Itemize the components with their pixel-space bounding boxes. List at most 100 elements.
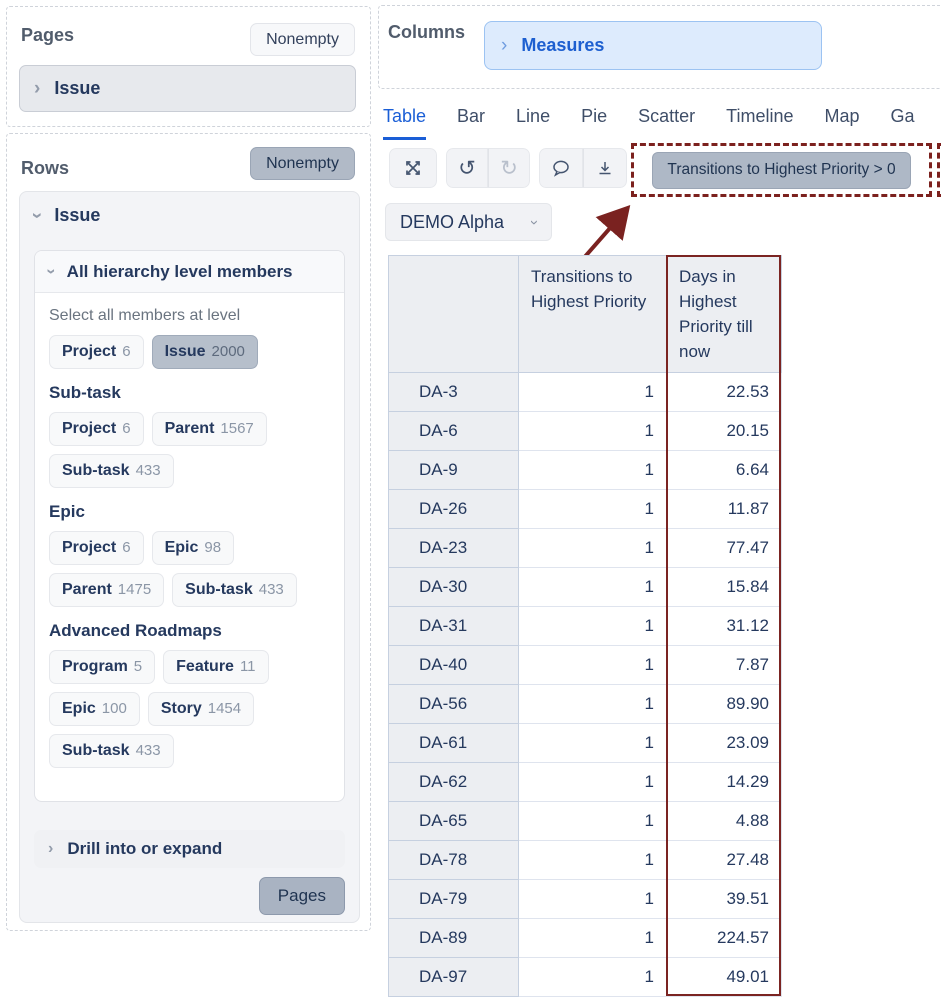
table-header-row: Transitions to Highest Priority Days in H… bbox=[388, 255, 782, 373]
expand-button[interactable] bbox=[389, 148, 437, 188]
chart-type-tabs: Table Bar Line Pie Scatter Timeline Map Ga bbox=[383, 106, 941, 140]
level-badge-project[interactable]: Project 6 bbox=[49, 335, 144, 369]
row-label-cell[interactable]: DA-40 bbox=[388, 645, 519, 685]
download-button[interactable] bbox=[583, 148, 627, 188]
value-cell: 1 bbox=[518, 918, 667, 958]
row-label-cell[interactable]: DA-56 bbox=[388, 684, 519, 724]
rows-panel: Rows Nonempty › Issue › All hierarchy le… bbox=[6, 133, 371, 931]
pages-dimension-issue[interactable]: › Issue bbox=[19, 65, 356, 112]
rows-issue-container: › Issue › All hierarchy level members Se… bbox=[19, 191, 360, 923]
row-label-cell[interactable]: DA-6 bbox=[388, 411, 519, 451]
hierarchy-group-heading: Epic bbox=[49, 502, 85, 521]
level-badge-parent[interactable]: Parent 1567 bbox=[151, 412, 267, 446]
value-cell: 7.87 bbox=[666, 645, 782, 685]
level-badge-sub-task[interactable]: Sub-task 433 bbox=[49, 454, 174, 488]
level-badge-parent[interactable]: Parent 1475 bbox=[49, 573, 165, 607]
rows-panel-title: Rows bbox=[21, 158, 70, 178]
filter-annotation-box-clipped bbox=[937, 143, 941, 197]
tab-line[interactable]: Line bbox=[516, 106, 550, 140]
badge-label: Project bbox=[62, 539, 117, 556]
value-cell: 89.90 bbox=[666, 684, 782, 724]
row-label-cell[interactable]: DA-3 bbox=[388, 372, 519, 412]
row-label-cell[interactable]: DA-9 bbox=[388, 450, 519, 490]
table-row: DA-65 1 4.88 bbox=[388, 801, 782, 841]
tab-table[interactable]: Table bbox=[383, 106, 427, 140]
level-badge-story[interactable]: Story 1454 bbox=[147, 692, 255, 726]
tab-pie[interactable]: Pie bbox=[581, 106, 607, 140]
badge-count: 6 bbox=[122, 343, 131, 360]
level-badge-project[interactable]: Project 6 bbox=[49, 531, 144, 565]
chevron-right-icon: › bbox=[34, 78, 41, 99]
badge-label: Project bbox=[62, 343, 117, 360]
table-row: DA-89 1 224.57 bbox=[388, 918, 782, 958]
pages-panel: Pages Nonempty › Issue bbox=[6, 6, 371, 127]
rows-nonempty-button[interactable]: Nonempty bbox=[250, 147, 355, 180]
tab-map[interactable]: Map bbox=[824, 106, 859, 140]
report-scope-dropdown[interactable]: DEMO Alpha › bbox=[385, 203, 552, 241]
hierarchy-members-title: All hierarchy level members bbox=[66, 261, 293, 281]
drill-into-expand[interactable]: › Drill into or expand bbox=[34, 830, 345, 868]
rows-dimension-label: Issue bbox=[54, 204, 101, 225]
undo-icon: ↺ bbox=[458, 156, 476, 180]
expand-icon bbox=[404, 159, 422, 177]
level-badge-program[interactable]: Program 5 bbox=[49, 650, 156, 684]
table-row: DA-31 1 31.12 bbox=[388, 606, 782, 646]
badge-count: 433 bbox=[135, 742, 161, 759]
hierarchy-members-header[interactable]: › All hierarchy level members bbox=[35, 251, 344, 293]
tab-scatter[interactable]: Scatter bbox=[638, 106, 695, 140]
tab-ga[interactable]: Ga bbox=[891, 106, 915, 140]
tab-timeline[interactable]: Timeline bbox=[726, 106, 793, 140]
value-cell: 77.47 bbox=[666, 528, 782, 568]
value-cell: 1 bbox=[518, 606, 667, 646]
result-table: Transitions to Highest Priority Days in H… bbox=[388, 255, 782, 997]
row-label-cell[interactable]: DA-61 bbox=[388, 723, 519, 763]
level-badge-sub-task[interactable]: Sub-task 433 bbox=[172, 573, 297, 607]
columns-panel: Columns › Measures bbox=[378, 5, 941, 89]
badge-count: 5 bbox=[133, 658, 143, 675]
badge-count: 6 bbox=[122, 539, 131, 556]
filter-button[interactable]: Transitions to Highest Priority > 0 bbox=[652, 151, 911, 189]
hierarchy-group-heading: Sub-task bbox=[49, 383, 121, 402]
rows-dimension-issue[interactable]: › Issue bbox=[20, 192, 359, 238]
row-label-cell[interactable]: DA-62 bbox=[388, 762, 519, 802]
filter-annotation-box: Transitions to Highest Priority > 0 bbox=[631, 143, 932, 197]
pages-nonempty-button[interactable]: Nonempty bbox=[250, 23, 355, 56]
select-members-label: Select all members at level bbox=[49, 307, 241, 324]
row-label-cell[interactable]: DA-78 bbox=[388, 840, 519, 880]
level-badge-epic[interactable]: Epic 98 bbox=[151, 531, 235, 565]
row-label-cell[interactable]: DA-89 bbox=[388, 918, 519, 958]
hierarchy-group-heading: Advanced Roadmaps bbox=[49, 621, 222, 640]
row-label-cell[interactable]: DA-65 bbox=[388, 801, 519, 841]
value-cell: 23.09 bbox=[666, 723, 782, 763]
redo-button[interactable]: ↻ bbox=[488, 148, 530, 188]
badge-label: Program bbox=[62, 658, 128, 675]
move-to-pages-button[interactable]: Pages bbox=[258, 877, 345, 915]
row-label-cell[interactable]: DA-26 bbox=[388, 489, 519, 529]
comment-button[interactable] bbox=[539, 148, 583, 188]
row-label-cell[interactable]: DA-30 bbox=[388, 567, 519, 607]
row-label-cell[interactable]: DA-97 bbox=[388, 957, 519, 997]
row-label-cell[interactable]: DA-79 bbox=[388, 879, 519, 919]
tab-bar[interactable]: Bar bbox=[457, 106, 485, 140]
row-label-cell[interactable]: DA-31 bbox=[388, 606, 519, 646]
level-badge-feature[interactable]: Feature 11 bbox=[163, 650, 269, 684]
value-cell: 22.53 bbox=[666, 372, 782, 412]
toolbar-group-expand bbox=[389, 148, 437, 188]
comment-icon bbox=[551, 159, 571, 177]
value-cell: 27.48 bbox=[666, 840, 782, 880]
row-label-cell[interactable]: DA-23 bbox=[388, 528, 519, 568]
level-badge-epic[interactable]: Epic 100 bbox=[49, 692, 140, 726]
badge-count: 433 bbox=[258, 581, 284, 598]
badge-row: Project 6 Issue 2000 bbox=[49, 335, 330, 369]
value-cell: 1 bbox=[518, 840, 667, 880]
badge-label: Sub-task bbox=[62, 462, 130, 479]
undo-button[interactable]: ↺ bbox=[446, 148, 488, 188]
table-body: DA-3 1 22.53 DA-6 1 20.15 DA-9 1 6.64 DA-26 1 11.87… bbox=[388, 372, 782, 997]
columns-measures[interactable]: › Measures bbox=[484, 21, 822, 70]
level-badge-sub-task[interactable]: Sub-task 433 bbox=[49, 734, 174, 768]
level-badge-project[interactable]: Project 6 bbox=[49, 412, 144, 446]
level-badge-issue[interactable]: Issue 2000 bbox=[151, 335, 258, 369]
value-cell: 1 bbox=[518, 645, 667, 685]
hierarchy-members-panel: › All hierarchy level members Select all… bbox=[34, 250, 345, 802]
value-cell: 1 bbox=[518, 528, 667, 568]
